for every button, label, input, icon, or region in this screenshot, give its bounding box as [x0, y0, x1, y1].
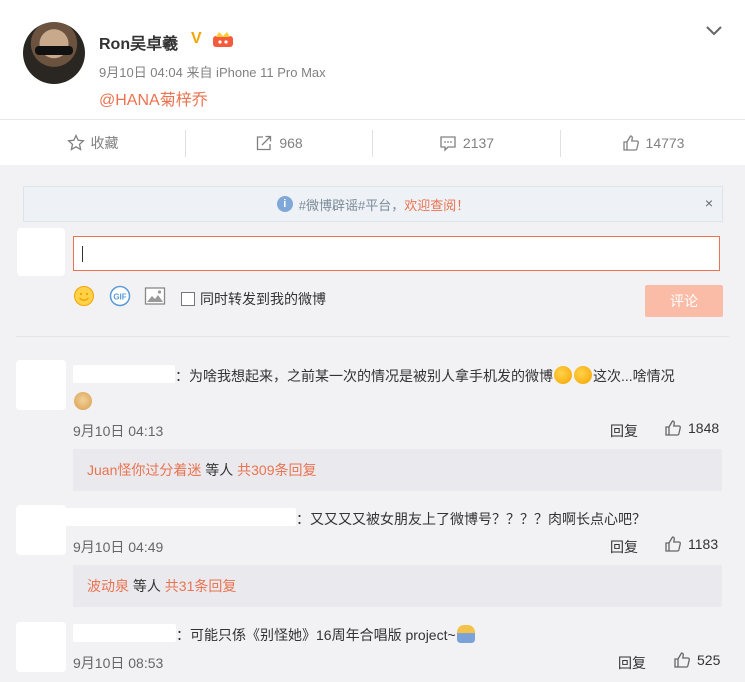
comment-body: ：可能只係《别怪她》16周年合唱版 project~: [176, 627, 456, 643]
sub-replies-summary[interactable]: Juan怪你过分着迷 等人 共309条回复: [73, 449, 722, 491]
comment-time: 9月10日 08:53: [73, 655, 164, 671]
comment-text: ：可能只係《别怪她》16周年合唱版 project~: [176, 625, 476, 645]
comment-time: 9月10日 04:49: [73, 539, 164, 555]
forward-icon: [257, 135, 272, 151]
comment-icon: [440, 136, 456, 152]
my-avatar: [17, 228, 65, 276]
author-avatar[interactable]: [23, 22, 85, 84]
close-icon[interactable]: ×: [705, 195, 713, 211]
comment-body: ：为啥我想起来，之前某一次的情况是被别人拿手机发的微博: [175, 368, 553, 384]
like-button[interactable]: 14773: [561, 120, 745, 166]
comment-like-button[interactable]: 1183: [664, 535, 718, 553]
blush-heart-emoji-icon: [574, 366, 592, 384]
forward-count: 968: [279, 135, 303, 151]
author-name[interactable]: Ron吴卓羲: [99, 30, 178, 54]
notice-bar: i #微博辟谣#平台， 欢迎查阅！ ×: [23, 186, 723, 222]
thumbs-up-icon: [674, 652, 690, 668]
comment-count: 2137: [462, 135, 495, 151]
comment-text: ：又又又又被女朋友上了微博号？？？？肉啊长点心吧？: [296, 511, 646, 527]
image-icon[interactable]: [144, 285, 166, 307]
reply-button[interactable]: 回复: [610, 537, 638, 557]
sub-reply-user[interactable]: Juan怪你过分着迷: [87, 460, 201, 480]
reply-button[interactable]: 回复: [618, 653, 646, 673]
star-icon: [66, 134, 85, 151]
comment-like-count: 1183: [688, 536, 719, 552]
sub-reply-user[interactable]: 波动泉: [87, 576, 129, 596]
submit-comment-button[interactable]: 评论: [645, 285, 723, 317]
forward-button[interactable]: 968: [186, 120, 372, 166]
comment-like-count: 525: [697, 652, 721, 668]
thumbs-up-icon: [622, 135, 639, 151]
emoji-icon[interactable]: [73, 285, 95, 307]
blush-heart-emoji-icon: [554, 366, 572, 384]
thumbs-up-icon: [665, 536, 681, 552]
comment-input[interactable]: [73, 236, 720, 271]
divider: [16, 336, 729, 337]
comment-avatar[interactable]: [16, 360, 66, 410]
post-meta: 9月10日 04:04 来自 iPhone 11 Pro Max: [99, 65, 326, 80]
comment-like-button[interactable]: 525: [673, 651, 720, 669]
comment-time: 9月10日 04:13: [73, 423, 164, 439]
sub-replies-summary[interactable]: 波动泉 等人 共31条回复: [73, 565, 722, 607]
verified-badge-icon: V: [191, 30, 202, 47]
like-count: 14773: [645, 135, 685, 151]
forward-checkbox[interactable]: 同时转发到我的微博: [181, 289, 326, 309]
mention-link[interactable]: @HANA菊梓乔: [99, 86, 208, 110]
forward-checkbox-label: 同时转发到我的微博: [200, 291, 326, 307]
notice-text: #微博辟谣#平台，: [298, 197, 405, 213]
vip-crown-icon: [213, 32, 233, 47]
comment-username-redacted[interactable]: [20, 508, 296, 526]
comment-text: ：为啥我想起来，之前某一次的情况是被别人拿手机发的微博 这次...啥情况: [175, 366, 675, 386]
sub-reply-mid: 等人: [201, 462, 238, 478]
gif-label: GIF: [113, 293, 126, 302]
gif-icon[interactable]: GIF: [109, 285, 131, 307]
chevron-down-icon[interactable]: [704, 20, 724, 40]
comment-like-count: 1848: [688, 420, 720, 436]
sub-reply-count[interactable]: 共309条回复: [237, 460, 316, 480]
thumbs-up-icon: [665, 420, 681, 436]
doge-emoji-icon: [74, 392, 92, 410]
sub-reply-mid: 等人: [129, 578, 165, 594]
post-action-bar: 收藏 968 2137 14773: [0, 119, 745, 166]
info-icon: i: [276, 196, 293, 212]
comment-username-redacted[interactable]: [73, 365, 175, 383]
favorite-label: 收藏: [90, 135, 119, 151]
comment-body-end: 这次...啥情况: [593, 368, 675, 384]
comment-username-redacted[interactable]: [73, 624, 176, 642]
person-emoji-icon: [456, 625, 475, 643]
notice-link[interactable]: 欢迎查阅！: [404, 195, 469, 214]
comment-like-button[interactable]: 1848: [664, 419, 719, 437]
sub-reply-count[interactable]: 共31条回复: [165, 576, 237, 596]
favorite-button[interactable]: 收藏: [0, 120, 185, 166]
comment-button[interactable]: 2137: [373, 120, 560, 166]
reply-button[interactable]: 回复: [610, 421, 638, 441]
checkbox-box[interactable]: [181, 292, 195, 306]
comment-avatar[interactable]: [16, 622, 66, 672]
